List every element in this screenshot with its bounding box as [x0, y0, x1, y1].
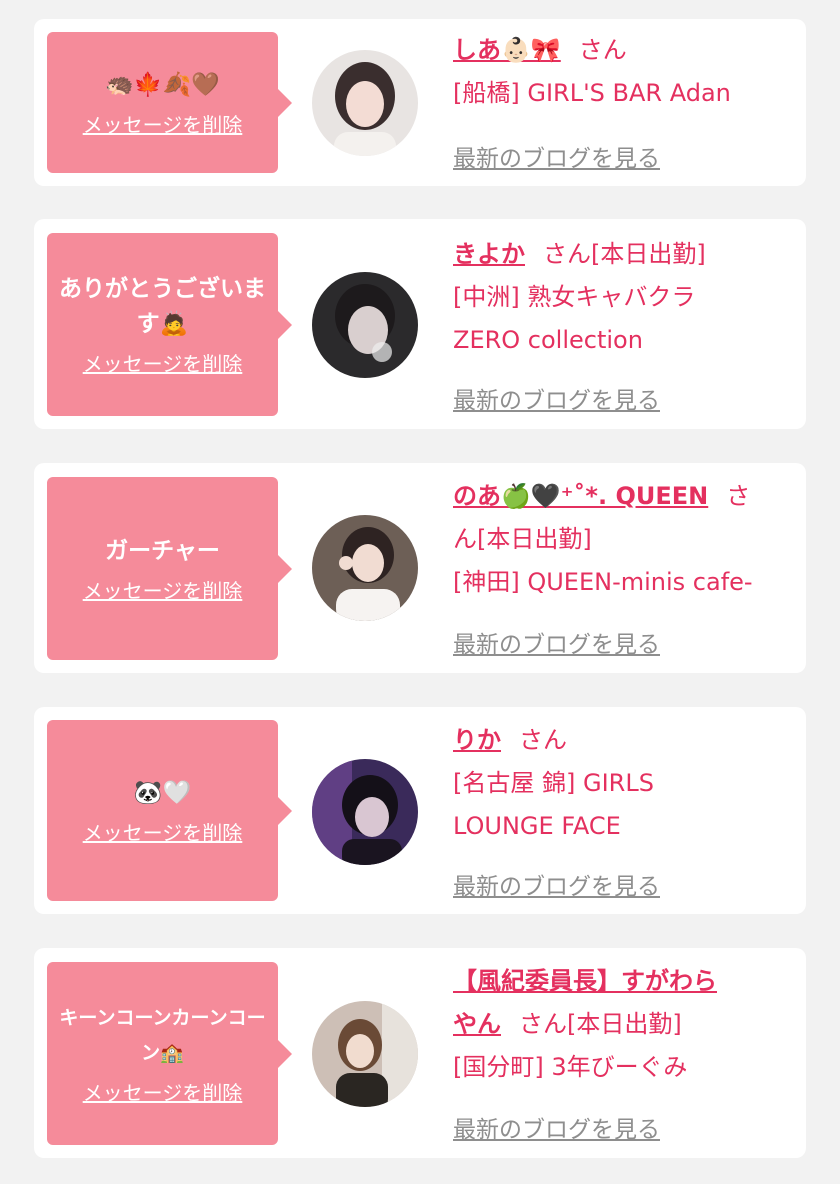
avatar[interactable] [312, 759, 418, 865]
message-text: ガーチャー [105, 537, 220, 564]
delete-message-link[interactable]: メッセージを削除 [83, 575, 243, 604]
cast-info: のあ🍏🖤⁺˚*. QUEEN さ ん[本日出勤] [神田] QUEEN-minis… [453, 475, 793, 604]
cast-info: 【風紀委員長】すがわら やん さん[本日出勤] [国分町] 3年びーぐみ [453, 960, 793, 1089]
message-card: ありがとうございます🙇 メッセージを削除 きよか さん[本日出勤] [中洲] 熟女… [34, 219, 806, 429]
honorific: さん [519, 1010, 567, 1038]
message-bubble: キーンコーンカーンコーン🏫 メッセージを削除 [47, 962, 292, 1145]
latest-blog-link[interactable]: 最新のブログを見る [453, 139, 660, 173]
latest-blog-link[interactable]: 最新のブログを見る [453, 625, 660, 659]
cast-name-link[interactable]: きよか [453, 240, 525, 268]
message-text: 🦔🍁🍂🤎 [105, 71, 220, 98]
cast-name-link[interactable]: のあ🍏🖤⁺˚*. QUEEN [453, 482, 708, 510]
cast-name-link[interactable]: りか [453, 726, 501, 754]
latest-blog-link[interactable]: 最新のブログを見る [453, 1110, 660, 1144]
message-list: 🦔🍁🍂🤎 メッセージを削除 しあ👶🏻🎀 さん [船橋] GIRL'S BAR Ad… [0, 0, 840, 1184]
avatar[interactable] [312, 1001, 418, 1107]
avatar[interactable] [312, 50, 418, 156]
cast-name-link[interactable]: 【風紀委員長】すがわら [453, 967, 717, 995]
attendance-status: [本日出勤] [567, 1010, 682, 1038]
cast-info: りか さん [名古屋 錦] GIRLS LOUNGE FACE [453, 719, 793, 848]
shop-name-cont: LOUNGE FACE [453, 812, 621, 840]
message-text: 🐼🤍 [133, 779, 192, 806]
message-card: 🐼🤍 メッセージを削除 りか さん [名古屋 錦] GIRLS LOUNGE FA… [34, 707, 806, 914]
message-bubble: 🦔🍁🍂🤎 メッセージを削除 [47, 32, 292, 173]
honorific: さん [578, 36, 627, 64]
honorific: さん [543, 240, 591, 268]
honorific-wrap: ん [453, 525, 477, 553]
cast-name-link-cont[interactable]: やん [453, 1010, 501, 1038]
shop-name: [名古屋 錦] GIRLS [453, 769, 654, 797]
avatar-photo [312, 1001, 418, 1107]
shop-name: [国分町] 3年びーぐみ [453, 1053, 688, 1081]
shop-name: [中洲] 熟女キャバクラ [453, 283, 696, 311]
delete-message-link[interactable]: メッセージを削除 [83, 817, 243, 846]
attendance-status: [本日出勤] [591, 240, 706, 268]
avatar[interactable] [312, 515, 418, 621]
avatar-photo [312, 272, 418, 378]
message-card: 🦔🍁🍂🤎 メッセージを削除 しあ👶🏻🎀 さん [船橋] GIRL'S BAR Ad… [34, 19, 806, 186]
cast-info: しあ👶🏻🎀 さん [船橋] GIRL'S BAR Adan [453, 29, 793, 115]
delete-message-link[interactable]: メッセージを削除 [83, 109, 243, 138]
message-text: ありがとうございます🙇 [59, 276, 266, 337]
cast-info: きよか さん[本日出勤] [中洲] 熟女キャバクラ ZERO collection [453, 233, 793, 362]
delete-message-link[interactable]: メッセージを削除 [83, 348, 243, 377]
message-bubble: ありがとうございます🙇 メッセージを削除 [47, 233, 292, 416]
avatar-photo [312, 759, 418, 865]
honorific: さん [519, 726, 567, 754]
avatar-photo [312, 515, 418, 621]
message-card: キーンコーンカーンコーン🏫 メッセージを削除 【風紀委員長】すがわら やん さん[… [34, 948, 806, 1158]
shop-name-cont: ZERO collection [453, 326, 643, 354]
cast-name-link[interactable]: しあ👶🏻🎀 [453, 36, 561, 64]
delete-message-link[interactable]: メッセージを削除 [83, 1077, 243, 1106]
message-bubble: 🐼🤍 メッセージを削除 [47, 720, 292, 901]
avatar[interactable] [312, 272, 418, 378]
latest-blog-link[interactable]: 最新のブログを見る [453, 381, 660, 415]
avatar-photo [312, 50, 418, 156]
honorific: さ [726, 482, 751, 510]
message-bubble: ガーチャー メッセージを削除 [47, 477, 292, 660]
shop-name: [神田] QUEEN-minis cafe- [453, 568, 753, 596]
latest-blog-link[interactable]: 最新のブログを見る [453, 867, 660, 901]
message-text: キーンコーンカーンコーン🏫 [59, 1007, 266, 1064]
message-card: ガーチャー メッセージを削除 のあ🍏🖤⁺˚*. QUEEN さ ん[本日出勤] [… [34, 463, 806, 673]
shop-name: [船橋] GIRL'S BAR Adan [453, 79, 731, 107]
attendance-status: [本日出勤] [477, 525, 592, 553]
